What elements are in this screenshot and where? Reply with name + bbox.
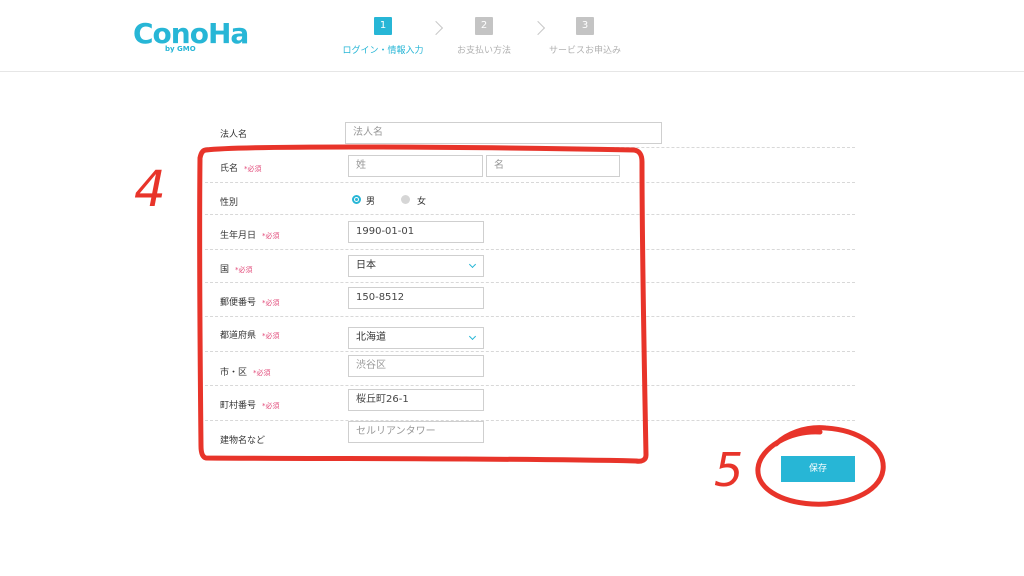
row-prefecture: 都道府県 *必須 北海道	[205, 317, 855, 352]
female-radio[interactable]	[401, 195, 410, 204]
postal-code-input[interactable]: 150-8512	[348, 287, 484, 309]
birthdate-label: 生年月日 *必須	[220, 228, 280, 241]
row-town: 町村番号 *必須 桜丘町26-1	[205, 386, 855, 421]
row-city: 市・区 *必須 渋谷区	[205, 352, 855, 386]
town-input[interactable]: 桜丘町26-1	[348, 389, 484, 411]
male-radio-label[interactable]: 男	[366, 194, 375, 207]
required-mark: *必須	[262, 402, 280, 410]
country-select[interactable]: 日本	[348, 255, 484, 277]
required-mark: *必須	[262, 332, 280, 340]
prefecture-select-value: 北海道	[356, 332, 386, 343]
chevron-down-icon	[468, 332, 477, 341]
first-name-input[interactable]: 名	[486, 155, 620, 177]
row-gender: 性別 男 女	[205, 183, 855, 215]
save-button[interactable]: 保存	[781, 456, 855, 482]
building-label: 建物名など	[220, 436, 266, 446]
prefecture-label: 都道府県 *必須	[220, 328, 280, 341]
conoha-logo[interactable]: ConoHa by GMO	[133, 18, 249, 54]
row-corporate-name: 法人名 法人名	[205, 115, 855, 148]
last-name-input[interactable]: 姓	[348, 155, 483, 177]
birthdate-label-text: 生年月日	[220, 231, 257, 241]
birthdate-input[interactable]: 1990-01-01	[348, 221, 484, 243]
required-mark: *必須	[262, 299, 280, 307]
town-label: 町村番号 *必須	[220, 398, 280, 411]
step-2-label: お支払い方法	[456, 46, 511, 56]
country-select-value: 日本	[356, 260, 376, 271]
step-3-number: 3	[576, 17, 594, 35]
city-input[interactable]: 渋谷区	[348, 355, 484, 377]
step-1: 1 ログイン・情報入力	[340, 17, 426, 56]
building-input[interactable]: セルリアンタワー	[348, 421, 484, 443]
name-label: 氏名 *必須	[220, 161, 262, 174]
step-1-label: ログイン・情報入力	[342, 46, 424, 56]
required-mark: *必須	[244, 165, 262, 173]
country-label-text: 国	[220, 265, 230, 275]
required-mark: *必須	[235, 266, 253, 274]
chevron-down-icon	[468, 260, 477, 269]
required-mark: *必須	[253, 369, 271, 377]
female-radio-label[interactable]: 女	[417, 194, 426, 207]
step-2-number: 2	[475, 17, 493, 35]
corporate-name-label: 法人名	[220, 130, 248, 140]
required-mark: *必須	[262, 232, 280, 240]
step-2: 2 お支払い方法	[454, 17, 514, 56]
logo-sub-text: by GMO	[165, 45, 196, 53]
row-building: 建物名など セルリアンタワー	[205, 421, 855, 455]
corporate-name-input[interactable]: 法人名	[345, 122, 662, 144]
chevron-right-icon	[428, 20, 444, 36]
postal-code-label: 郵便番号 *必須	[220, 295, 280, 308]
name-label-text: 氏名	[220, 164, 239, 174]
step-3: 3 サービスお申込み	[548, 17, 622, 56]
prefecture-label-text: 都道府県	[220, 331, 257, 341]
city-label-text: 市・区	[220, 368, 248, 378]
step-1-number: 1	[374, 17, 392, 35]
header: ConoHa by GMO 1 ログイン・情報入力 2 お支払い方法 3 サービ…	[0, 0, 1024, 72]
male-radio[interactable]	[352, 195, 361, 204]
town-label-text: 町村番号	[220, 401, 257, 411]
prefecture-select[interactable]: 北海道	[348, 327, 484, 349]
country-label: 国 *必須	[220, 262, 253, 275]
postal-code-label-text: 郵便番号	[220, 298, 257, 308]
annotation-number-4: 4	[134, 160, 166, 218]
step-3-label: サービスお申込み	[548, 46, 621, 56]
row-country: 国 *必須 日本	[205, 250, 855, 283]
gender-label: 性別	[220, 198, 239, 208]
chevron-right-icon	[530, 20, 546, 36]
row-postal-code: 郵便番号 *必須 150-8512	[205, 283, 855, 317]
row-name: 氏名 *必須 姓 名	[205, 148, 855, 183]
city-label: 市・区 *必須	[220, 365, 271, 378]
row-birthdate: 生年月日 *必須 1990-01-01	[205, 215, 855, 250]
